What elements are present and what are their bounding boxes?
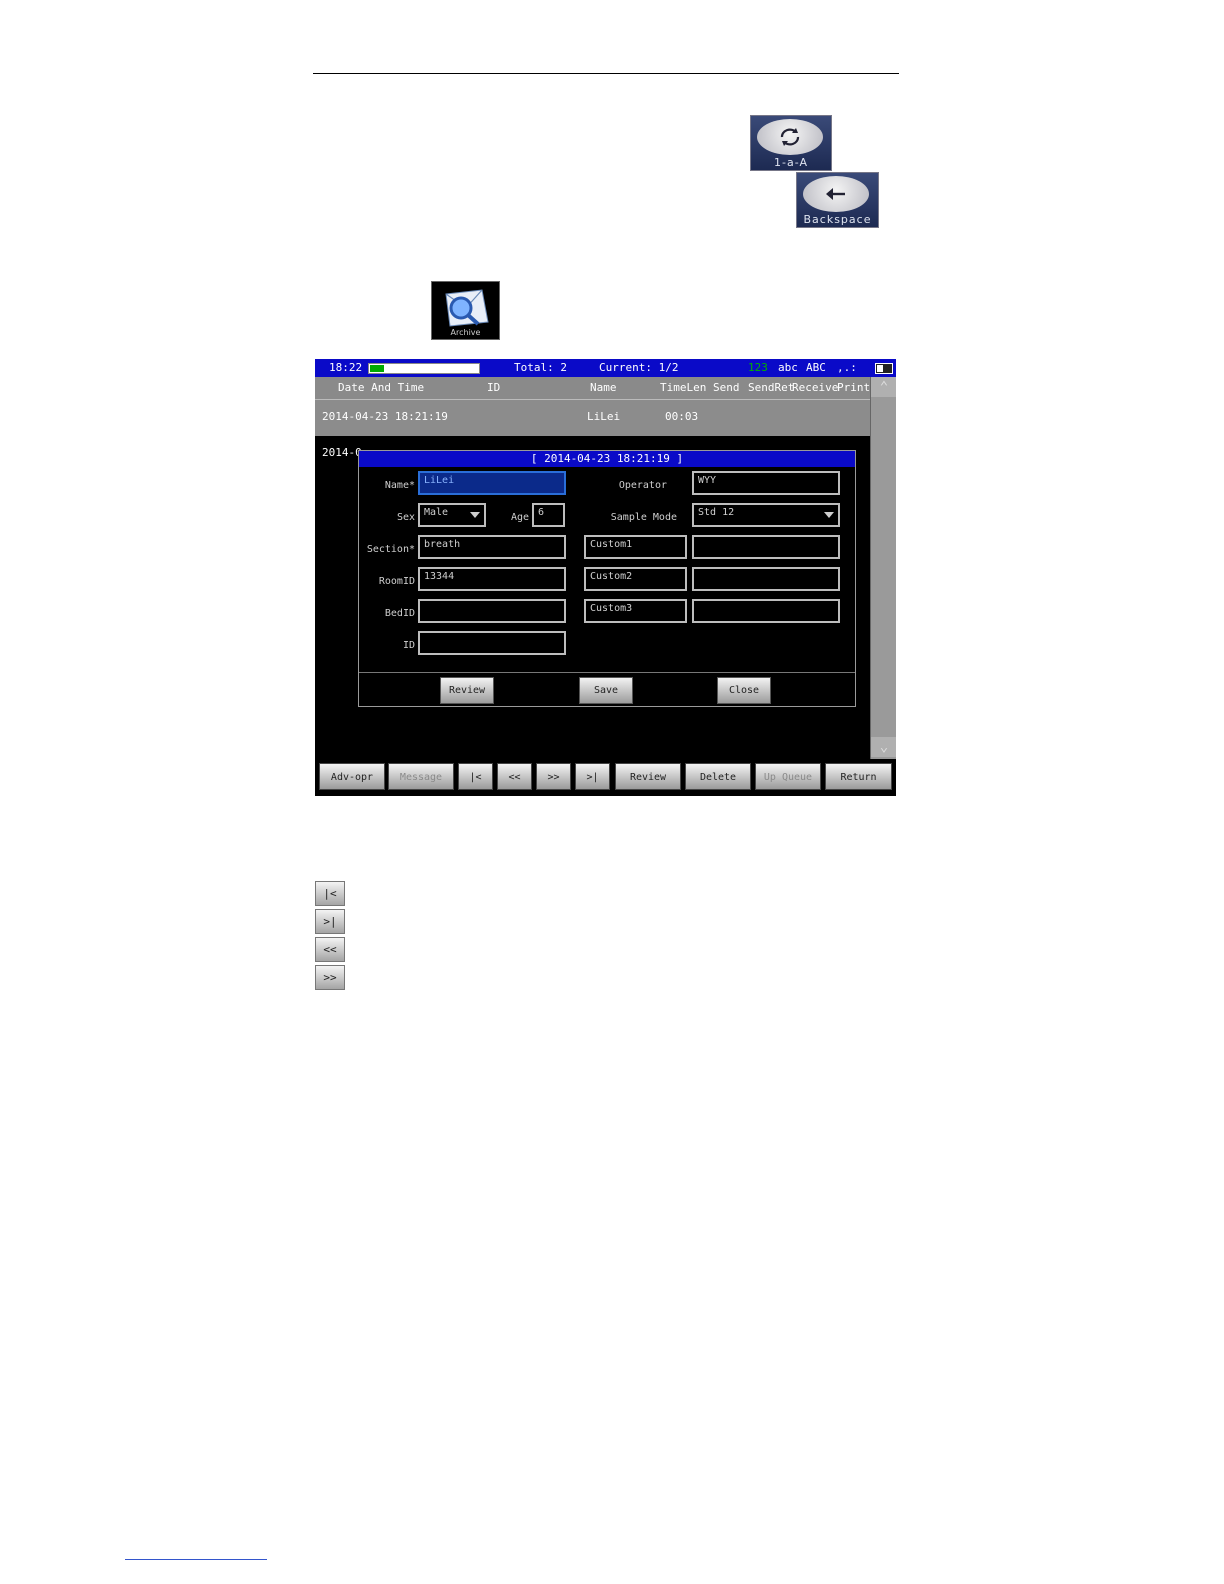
- scroll-up-icon[interactable]: ⌃: [871, 377, 896, 397]
- col-datetime: Date And Time: [338, 381, 425, 394]
- cell-timelen: 00:03: [665, 410, 699, 423]
- return-button[interactable]: Return: [825, 763, 892, 790]
- age-label: Age: [510, 512, 529, 523]
- bottom-toolbar: Adv-opr Message |< << >> >| Review Delet…: [315, 759, 896, 796]
- prev-page-button[interactable]: <<: [497, 763, 532, 790]
- battery-level: [877, 365, 883, 372]
- scrollbar[interactable]: ⌃ ⌄: [870, 377, 896, 759]
- sample-mode-value: Std 12: [698, 507, 735, 518]
- sex-value: Male: [424, 507, 449, 518]
- operator-label: Operator: [618, 480, 667, 491]
- current-position: Current: 1/2: [599, 361, 679, 374]
- cycle-icon: [780, 128, 800, 146]
- last-page-button[interactable]: >|: [575, 763, 610, 790]
- col-sendret: SendRet: [748, 381, 795, 394]
- col-name: Name: [590, 381, 617, 394]
- dialog-title: [ 2014-04-23 18:21:19 ]: [359, 451, 855, 467]
- archive-icon: Archive: [431, 281, 500, 340]
- archive-label: Archive: [450, 328, 481, 337]
- device-screen: 18:22 Total: 2 Current: 1/2 123 abc ABC …: [315, 359, 896, 796]
- battery-icon: [875, 363, 893, 374]
- custom2-label-field[interactable]: Custom2: [584, 567, 687, 591]
- col-timelen: TimeLen: [660, 381, 707, 394]
- total-count: Total: 2: [514, 361, 567, 374]
- key-label: 1-a-A: [774, 156, 808, 169]
- magnifier-icon: [445, 289, 489, 327]
- review-button[interactable]: Review: [615, 763, 681, 790]
- input-mode-key: 1-a-A: [750, 115, 832, 171]
- cell-datetime: 2014-0: [322, 446, 362, 459]
- mode-123[interactable]: 123: [748, 361, 768, 374]
- top-rule: [313, 73, 899, 74]
- column-headers: Date And Time ID Name TimeLen Send SendR…: [315, 377, 870, 399]
- bedid-label: BedID: [384, 608, 415, 619]
- last-page-icon: >|: [315, 909, 345, 934]
- bedid-field[interactable]: [418, 599, 566, 623]
- record-edit-dialog: [ 2014-04-23 18:21:19 ] Name* LiLei Sex …: [358, 450, 856, 707]
- message-button[interactable]: Message: [388, 763, 454, 790]
- custom1-value-field[interactable]: [692, 535, 840, 559]
- adv-opr-button[interactable]: Adv-opr: [319, 763, 385, 790]
- section-field[interactable]: breath: [418, 535, 566, 559]
- first-page-button[interactable]: |<: [458, 763, 493, 790]
- roomid-label: RoomID: [378, 576, 415, 587]
- progress-fill: [370, 365, 385, 372]
- clock: 18:22: [329, 361, 363, 374]
- key-oval: [803, 176, 869, 212]
- sex-select[interactable]: Male: [418, 503, 486, 527]
- mode-abc-lower[interactable]: abc: [778, 361, 798, 374]
- footnote-rule: [125, 1559, 267, 1560]
- arrow-left-icon: [826, 188, 845, 200]
- prev-page-icon: <<: [315, 937, 345, 962]
- col-print: Print: [837, 381, 871, 394]
- section-label: Section*: [366, 544, 415, 555]
- custom1-label-field[interactable]: Custom1: [584, 535, 687, 559]
- roomid-field[interactable]: 13344: [418, 567, 566, 591]
- key-oval: [757, 119, 823, 155]
- name-label: Name*: [384, 480, 415, 491]
- backspace-key: Backspace: [796, 172, 879, 228]
- operator-field[interactable]: WYY: [692, 471, 840, 495]
- col-send: Send: [713, 381, 740, 394]
- dialog-divider: [359, 672, 855, 673]
- name-field[interactable]: LiLei: [418, 471, 566, 495]
- next-page-icon: >>: [315, 965, 345, 990]
- custom3-value-field[interactable]: [692, 599, 840, 623]
- cell-datetime: 2014-04-23 18:21:19: [322, 410, 448, 423]
- first-page-icon: |<: [315, 881, 345, 906]
- scroll-down-icon[interactable]: ⌄: [871, 737, 896, 757]
- custom3-label-field[interactable]: Custom3: [584, 599, 687, 623]
- id-field[interactable]: [418, 631, 566, 655]
- custom2-value-field[interactable]: [692, 567, 840, 591]
- dialog-review-button[interactable]: Review: [440, 677, 494, 704]
- dialog-save-button[interactable]: Save: [579, 677, 633, 704]
- next-page-button[interactable]: >>: [536, 763, 571, 790]
- delete-button[interactable]: Delete: [685, 763, 751, 790]
- sample-mode-label: Sample Mode: [610, 512, 677, 523]
- id-label: ID: [402, 640, 415, 651]
- up-queue-button[interactable]: Up Queue: [755, 763, 821, 790]
- table-row[interactable]: 2014-04-23 18:21:19 LiLei 00:03: [315, 399, 870, 437]
- col-id: ID: [487, 381, 501, 394]
- mode-abc-upper[interactable]: ABC: [806, 361, 826, 374]
- status-bar: 18:22 Total: 2 Current: 1/2 123 abc ABC …: [315, 359, 896, 377]
- chevron-down-icon: [470, 512, 480, 518]
- sample-mode-select[interactable]: Std 12: [692, 503, 840, 527]
- sex-label: Sex: [396, 512, 415, 523]
- age-field[interactable]: 6: [532, 503, 565, 527]
- col-receive: Receive: [792, 381, 839, 394]
- dialog-close-button[interactable]: Close: [717, 677, 771, 704]
- mode-symbols[interactable]: ,.:: [837, 361, 857, 374]
- key-label: Backspace: [803, 213, 872, 226]
- cell-name: LiLei: [587, 410, 621, 423]
- chevron-down-icon: [824, 512, 834, 518]
- progress-bar: [368, 363, 480, 374]
